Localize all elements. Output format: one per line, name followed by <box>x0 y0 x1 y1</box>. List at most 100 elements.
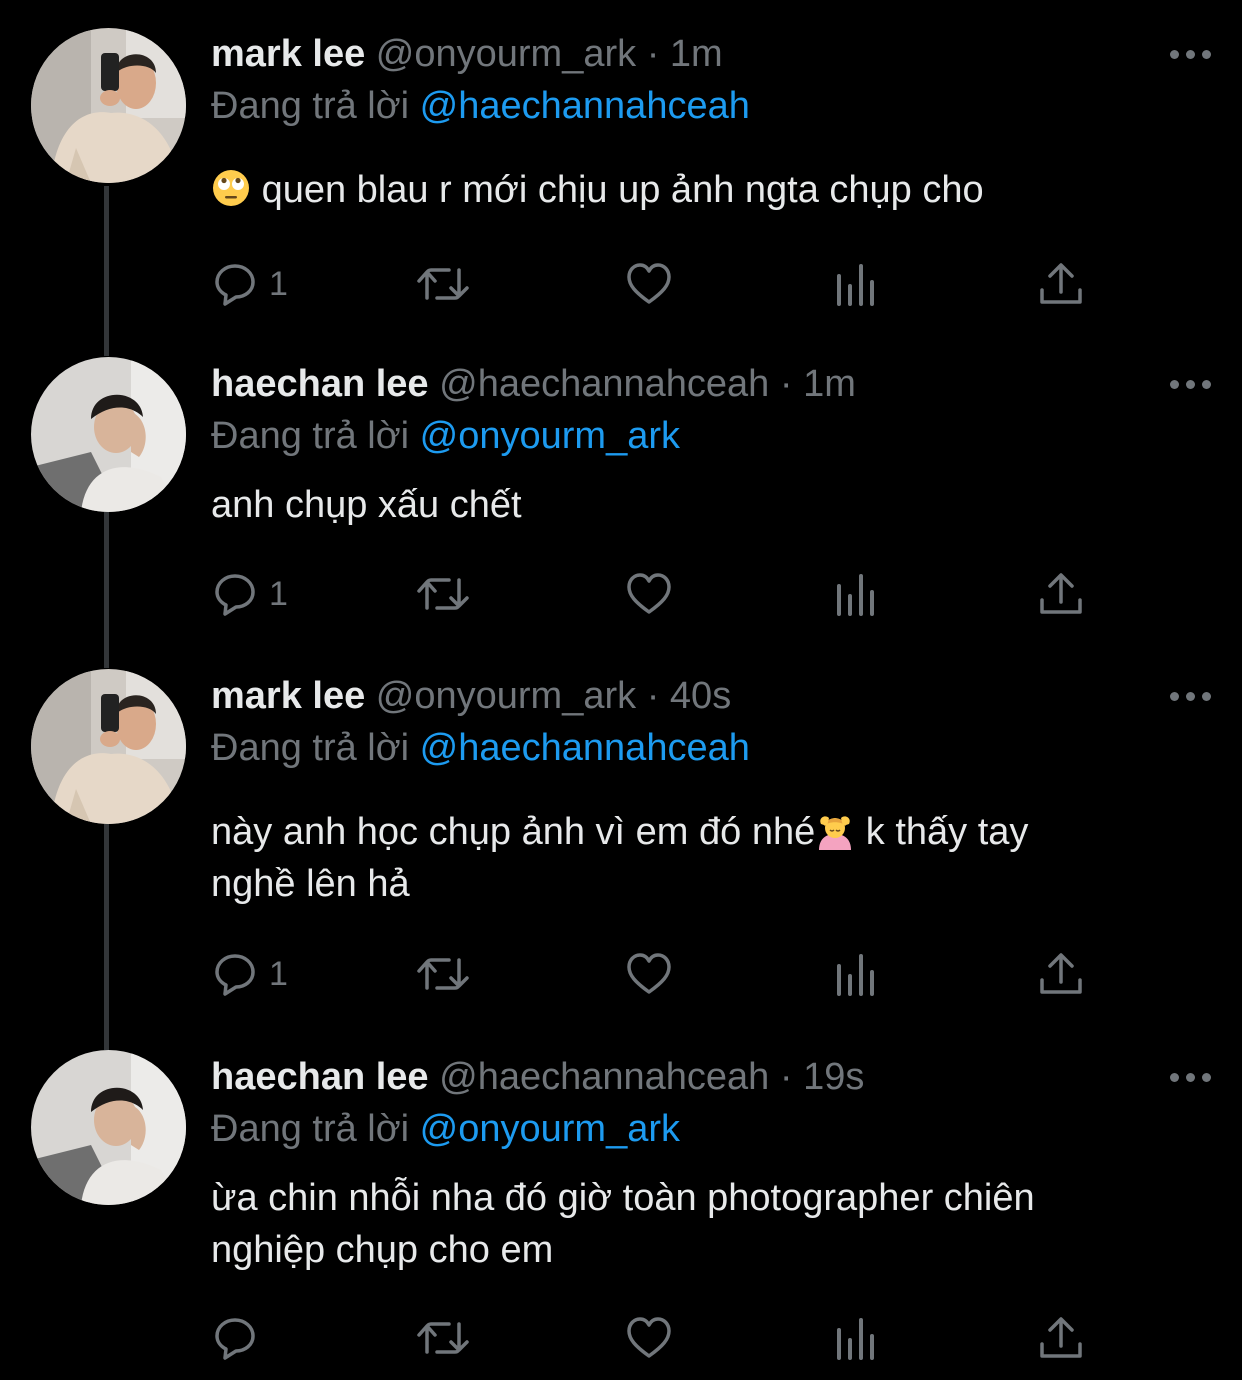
share-upload-icon <box>1040 263 1082 304</box>
reply-bubble-icon <box>215 574 255 616</box>
avatar[interactable] <box>31 28 186 183</box>
reply-count: 1 <box>269 264 288 303</box>
conversation-thread: mark lee @onyourm_ark · 1m Đang trả lời … <box>0 0 1242 1380</box>
views-button[interactable] <box>835 254 879 314</box>
separator-dot: · <box>779 1056 793 1098</box>
replying-to: Đang trả lời @haechannahceah <box>211 81 750 131</box>
timestamp[interactable]: 40s <box>670 675 731 717</box>
retweet-button[interactable] <box>415 254 471 314</box>
views-button[interactable] <box>835 1308 879 1368</box>
retweet-button[interactable] <box>415 944 471 1004</box>
replying-to-label: Đang trả lời <box>211 727 410 769</box>
separator-dot: · <box>646 33 660 75</box>
like-button[interactable] <box>625 1308 673 1368</box>
tweet-text-content: anh chụp xấu chết <box>211 484 522 526</box>
tweet-actions: 1 <box>211 944 1111 1004</box>
tweet-text-content: k thấy tay <box>855 811 1029 853</box>
retweet-button[interactable] <box>415 564 471 624</box>
views-button[interactable] <box>835 564 879 624</box>
tweet-actions: 1 <box>211 254 1111 314</box>
face-with-rolling-eyes-icon <box>213 170 249 206</box>
reply-button[interactable] <box>211 1308 269 1368</box>
more-dots-icon[interactable] <box>1170 1067 1214 1087</box>
heart-icon <box>627 953 671 994</box>
tweet-text: anh chụp xấu chết <box>211 479 1201 531</box>
tweet-header: haechan lee @haechannahceah · 19s <box>211 1052 1162 1102</box>
display-name[interactable]: mark lee <box>211 675 365 717</box>
reply-button[interactable]: 1 <box>211 564 288 624</box>
tweet-text-line: nghề lên hả <box>211 863 410 905</box>
share-button[interactable] <box>1037 564 1085 624</box>
tweet-text-line: này anh học chụp ảnh vì em đó nhé k thấy… <box>211 806 1201 858</box>
mention-link[interactable]: @onyourm_ark <box>420 415 680 457</box>
share-upload-icon <box>1040 573 1082 614</box>
tweet-text: ừa chin nhỗi nha đó giờ toàn photographe… <box>211 1172 1201 1276</box>
username[interactable]: @haechannahceah <box>439 1056 769 1098</box>
timestamp[interactable]: 1m <box>670 33 723 75</box>
like-button[interactable] <box>625 564 673 624</box>
heart-icon <box>627 573 671 614</box>
reply-bubble-icon <box>215 954 255 996</box>
share-button[interactable] <box>1037 1308 1085 1368</box>
share-upload-icon <box>1040 953 1082 994</box>
retweet-icon <box>417 1322 469 1354</box>
timestamp[interactable]: 1m <box>803 363 856 405</box>
mention-link[interactable]: @haechannahceah <box>420 85 750 127</box>
display-name[interactable]: mark lee <box>211 33 365 75</box>
tweet-text-content: quen blau r mới chịu up ảnh ngta chụp ch… <box>261 169 984 211</box>
retweet-icon <box>417 268 469 300</box>
share-button[interactable] <box>1037 254 1085 314</box>
reply-count: 1 <box>269 954 288 993</box>
retweet-icon <box>417 578 469 610</box>
replying-to: Đang trả lời @haechannahceah <box>211 723 750 773</box>
tweet-text-line: ừa chin nhỗi nha đó giờ toàn photographe… <box>211 1177 1035 1219</box>
username[interactable]: @onyourm_ark <box>376 33 636 75</box>
tweet-header: haechan lee @haechannahceah · 1m <box>211 359 1162 409</box>
tweet-header: mark lee @onyourm_ark · 1m <box>211 29 1162 79</box>
more-dots-icon[interactable] <box>1170 686 1214 706</box>
replying-to-label: Đang trả lời <box>211 415 410 457</box>
tweet[interactable]: haechan lee @haechannahceah · 1m Đang tr… <box>0 340 1242 652</box>
more-dots-icon[interactable] <box>1170 374 1214 394</box>
reply-bubble-icon <box>215 264 255 306</box>
mention-link[interactable]: @onyourm_ark <box>420 1108 680 1150</box>
views-button[interactable] <box>835 944 879 1004</box>
retweet-icon <box>417 958 469 990</box>
separator-dot: · <box>779 363 793 405</box>
views-bar-chart-icon <box>837 1318 874 1360</box>
tweet-actions: 1 <box>211 564 1111 624</box>
avatar[interactable] <box>31 669 186 824</box>
reply-bubble-icon <box>215 1318 255 1360</box>
heart-icon <box>627 1317 671 1358</box>
views-bar-chart-icon <box>837 264 874 306</box>
avatar[interactable] <box>31 1050 186 1205</box>
timestamp[interactable]: 19s <box>803 1056 864 1098</box>
share-button[interactable] <box>1037 944 1085 1004</box>
like-button[interactable] <box>625 944 673 1004</box>
tweet[interactable]: mark lee @onyourm_ark · 40s Đang trả lời… <box>0 652 1242 1032</box>
mention-link[interactable]: @haechannahceah <box>420 727 750 769</box>
replying-to: Đang trả lời @onyourm_ark <box>211 411 680 461</box>
tweet-actions <box>211 1308 1111 1368</box>
retweet-button[interactable] <box>415 1308 471 1368</box>
username[interactable]: @onyourm_ark <box>376 675 636 717</box>
person-getting-massage-icon <box>819 816 852 850</box>
tweet[interactable]: mark lee @onyourm_ark · 1m Đang trả lời … <box>0 0 1242 340</box>
tweet-header: mark lee @onyourm_ark · 40s <box>211 671 1162 721</box>
more-dots-icon[interactable] <box>1170 44 1214 64</box>
share-upload-icon <box>1040 1317 1082 1358</box>
reply-button[interactable]: 1 <box>211 944 288 1004</box>
tweet-text: quen blau r mới chịu up ảnh ngta chụp ch… <box>211 164 1201 216</box>
reply-button[interactable]: 1 <box>211 254 288 314</box>
tweet-text-content: này anh học chụp ảnh vì em đó nhé <box>211 811 816 853</box>
replying-to-label: Đang trả lời <box>211 85 410 127</box>
display-name[interactable]: haechan lee <box>211 363 429 405</box>
like-button[interactable] <box>625 254 673 314</box>
avatar[interactable] <box>31 357 186 512</box>
username[interactable]: @haechannahceah <box>439 363 769 405</box>
separator-dot: · <box>646 675 660 717</box>
display-name[interactable]: haechan lee <box>211 1056 429 1098</box>
views-bar-chart-icon <box>837 574 874 616</box>
replying-to-label: Đang trả lời <box>211 1108 410 1150</box>
tweet[interactable]: haechan lee @haechannahceah · 19s Đang t… <box>0 1032 1242 1380</box>
